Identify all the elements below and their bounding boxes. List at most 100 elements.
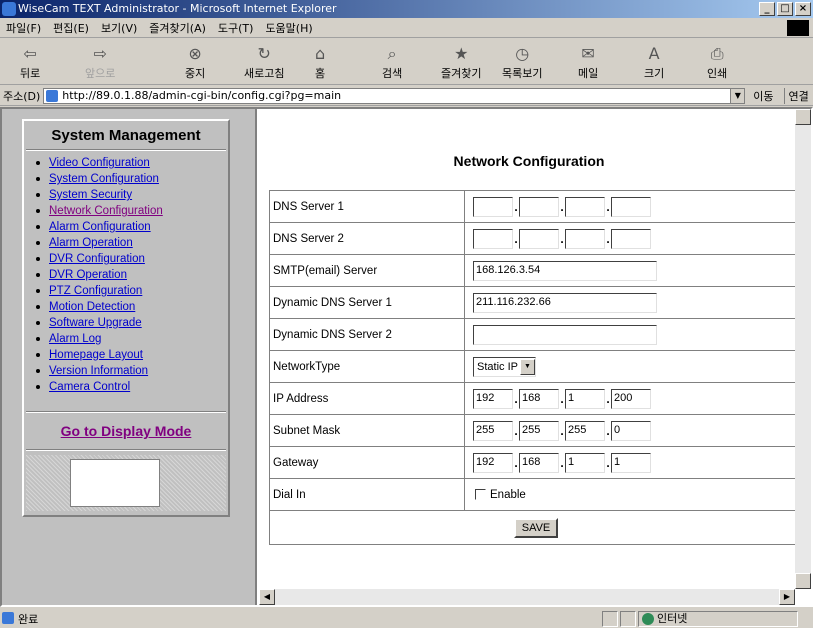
- ip-address-field: 192. 168. 1. 200: [464, 382, 800, 415]
- nav-link-homepage-layout[interactable]: Homepage Layout: [49, 349, 143, 361]
- menu-help[interactable]: 도움말(H): [265, 20, 312, 36]
- nav-link-dvr-operation[interactable]: DVR Operation: [49, 269, 127, 281]
- go-to-display-mode-link[interactable]: Go to Display Mode: [24, 423, 228, 439]
- scroll-down-button[interactable]: [795, 573, 811, 589]
- ddns1-input[interactable]: 211.116.232.66: [473, 292, 657, 313]
- gateway-octet-1[interactable]: 192: [473, 452, 513, 473]
- nav-link-system-configuration[interactable]: System Configuration: [49, 173, 159, 185]
- mail-button[interactable]: ✉ 메일: [578, 43, 598, 81]
- ddns2-input[interactable]: [473, 324, 657, 345]
- nav-item: Alarm Operation: [36, 235, 163, 251]
- nav-link-alarm-configuration[interactable]: Alarm Configuration: [49, 221, 151, 233]
- forward-button[interactable]: ⇨ 앞으로: [85, 43, 115, 81]
- mail-icon: ✉: [581, 44, 595, 63]
- gateway-octet-4[interactable]: 1: [611, 452, 651, 473]
- stop-button[interactable]: ⊗ 중지: [185, 43, 205, 81]
- address-input[interactable]: http://89.0.1.88/admin-cgi-bin/config.cg…: [43, 87, 746, 104]
- mask-octet-4[interactable]: 0: [611, 420, 651, 441]
- print-button[interactable]: ⎙ 인쇄: [707, 43, 727, 81]
- nav-link-dvr-configuration[interactable]: DVR Configuration: [49, 253, 145, 265]
- nav-link-ptz-configuration[interactable]: PTZ Configuration: [49, 285, 142, 297]
- address-dropdown-icon[interactable]: ▼: [730, 88, 745, 103]
- vertical-scrollbar[interactable]: [795, 109, 811, 589]
- nav-link-alarm-operation[interactable]: Alarm Operation: [49, 237, 133, 249]
- ip-octet-4[interactable]: 200: [611, 388, 651, 409]
- mask-octet-3[interactable]: 255: [565, 420, 605, 441]
- minimize-button[interactable]: _: [759, 2, 775, 16]
- table-row: Dynamic DNS Server 1 211.116.232.66: [269, 286, 800, 319]
- dns1-field: . . .: [464, 190, 800, 223]
- forward-arrow-icon: ⇨: [93, 44, 107, 63]
- dns1-octet-4[interactable]: [611, 196, 651, 217]
- address-label: 주소(D): [3, 89, 41, 103]
- dns1-octet-3[interactable]: [565, 196, 605, 217]
- go-button[interactable]: 이동: [753, 88, 773, 104]
- scroll-right-button[interactable]: ▶: [779, 589, 795, 605]
- dns2-octet-1[interactable]: [473, 228, 513, 249]
- smtp-server-input[interactable]: 168.126.3.54: [473, 260, 657, 281]
- mask-octet-1[interactable]: 255: [473, 420, 513, 441]
- dns2-octet-2[interactable]: [519, 228, 559, 249]
- nav-link-software-upgrade[interactable]: Software Upgrade: [49, 317, 142, 329]
- nav-link-network-configuration[interactable]: Network Configuration: [49, 205, 163, 217]
- size-button[interactable]: A 크기: [644, 43, 664, 81]
- network-type-label: NetworkType: [269, 350, 465, 383]
- dns1-label: DNS Server 1: [269, 190, 465, 223]
- favorites-button[interactable]: ★ 즐겨찾기: [441, 43, 481, 81]
- menu-file[interactable]: 파일(F): [6, 20, 41, 36]
- nav-link-camera-control[interactable]: Camera Control: [49, 381, 130, 393]
- refresh-button[interactable]: ↻ 새로고침: [244, 43, 284, 81]
- nav-item: System Configuration: [36, 171, 163, 187]
- maximize-button[interactable]: □: [777, 2, 793, 16]
- dns2-octet-4[interactable]: [611, 228, 651, 249]
- status-text: 완료: [18, 612, 39, 626]
- address-bar: 주소(D) http://89.0.1.88/admin-cgi-bin/con…: [0, 86, 813, 106]
- search-button[interactable]: ⌕ 검색: [382, 43, 402, 81]
- home-button[interactable]: ⌂ 홈: [315, 43, 325, 81]
- gateway-field: 192. 168. 1. 1: [464, 446, 800, 479]
- back-label: 뒤로: [20, 67, 41, 80]
- dial-in-enable-checkbox[interactable]: [475, 488, 486, 500]
- table-row: Subnet Mask 255. 255. 255. 0: [269, 414, 800, 447]
- history-button[interactable]: ◷ 목록보기: [502, 43, 542, 81]
- nav-link-system-security[interactable]: System Security: [49, 189, 132, 201]
- gateway-octet-2[interactable]: 168: [519, 452, 559, 473]
- ddns2-label: Dynamic DNS Server 2: [269, 318, 465, 351]
- left-frame: System Management Video Configuration Sy…: [2, 109, 257, 605]
- scroll-left-button[interactable]: ◀: [259, 589, 275, 605]
- print-icon: ⎙: [710, 44, 724, 63]
- dns1-octet-1[interactable]: [473, 196, 513, 217]
- links-button[interactable]: 연결: [783, 87, 809, 104]
- pattern-panel: [26, 455, 226, 511]
- ip-octet-3[interactable]: 1: [565, 388, 605, 409]
- menu-edit[interactable]: 편집(E): [53, 20, 89, 36]
- dns2-field: . . .: [464, 222, 800, 255]
- windows-logo-icon: [787, 20, 809, 36]
- close-button[interactable]: ×: [795, 2, 811, 16]
- right-frame: Network Configuration DNS Server 1 . . .: [259, 109, 811, 605]
- save-button[interactable]: SAVE: [513, 517, 559, 538]
- size-label: 크기: [644, 67, 665, 80]
- title-divider: [26, 149, 226, 151]
- mask-octet-2[interactable]: 255: [519, 420, 559, 441]
- nav-item: Network Configuration: [36, 203, 163, 219]
- refresh-label: 새로고침: [244, 67, 285, 80]
- menu-tools[interactable]: 도구(T): [218, 20, 254, 36]
- scroll-up-button[interactable]: [795, 109, 811, 125]
- back-button[interactable]: ⇦ 뒤로: [20, 43, 40, 81]
- nav-link-version-information[interactable]: Version Information: [49, 365, 148, 377]
- nav-link-motion-detection[interactable]: Motion Detection: [49, 301, 135, 313]
- gateway-octet-3[interactable]: 1: [565, 452, 605, 473]
- dns2-octet-3[interactable]: [565, 228, 605, 249]
- ip-octet-1[interactable]: 192: [473, 388, 513, 409]
- network-type-select[interactable]: Static IP ▼: [473, 356, 536, 377]
- back-arrow-icon: ⇦: [23, 44, 37, 63]
- horizontal-scrollbar[interactable]: ◀ ▶: [259, 589, 795, 605]
- nav-link-video-configuration[interactable]: Video Configuration: [49, 157, 150, 169]
- network-type-field: Static IP ▼: [464, 350, 800, 383]
- menu-view[interactable]: 보기(V): [101, 20, 137, 36]
- menu-favorites[interactable]: 즐겨찾기(A): [149, 20, 206, 36]
- dns1-octet-2[interactable]: [519, 196, 559, 217]
- ip-octet-2[interactable]: 168: [519, 388, 559, 409]
- nav-link-alarm-log[interactable]: Alarm Log: [49, 333, 101, 345]
